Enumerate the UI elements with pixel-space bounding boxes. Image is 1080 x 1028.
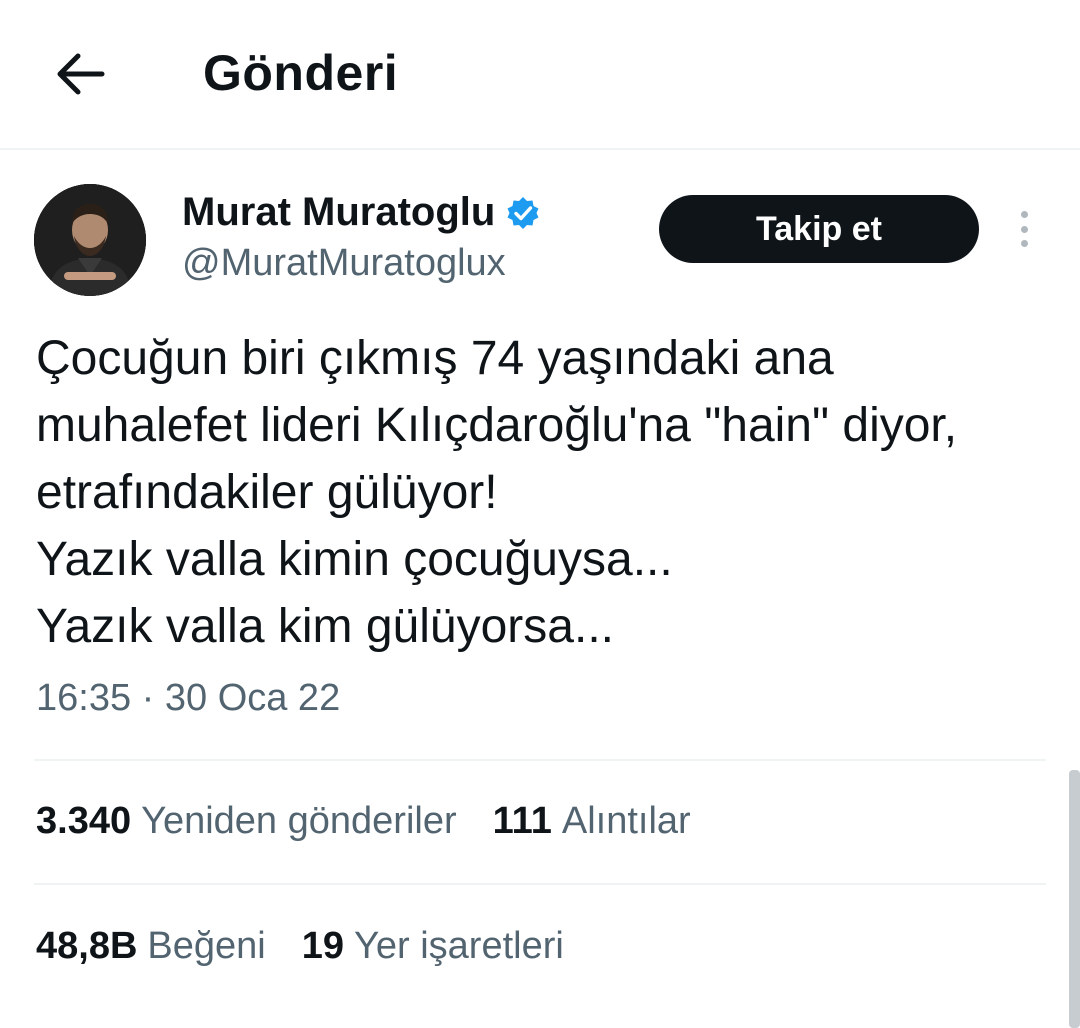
scrollbar[interactable]	[1069, 770, 1080, 1028]
verified-badge-icon	[507, 196, 539, 229]
quotes-label: Alıntılar	[561, 800, 691, 842]
tweet-text: Çocuğun biri çıkmış 74 yaşındaki ana muh…	[36, 325, 1066, 660]
avatar[interactable]	[34, 184, 146, 296]
bookmarks-label: Yer işaretleri	[354, 925, 564, 967]
profile-photo	[34, 184, 146, 296]
likes-label: Beğeni	[147, 925, 266, 967]
more-vertical-icon	[1020, 211, 1028, 218]
retweets-count: 3.340	[36, 800, 132, 842]
tweet-line: Çocuğun biri çıkmış 74 yaşındaki ana	[36, 332, 834, 385]
quotes-stat[interactable]: 111 Alıntılar	[493, 800, 691, 843]
tweet-line: Yazık valla kimin çocuğuysa...	[36, 533, 673, 586]
divider	[34, 883, 1046, 885]
retweets-stat[interactable]: 3.340 Yeniden gönderiler	[36, 800, 457, 843]
tweet-line: Yazık valla kim gülüyorsa...	[36, 600, 614, 653]
bookmarks-stat[interactable]: 19 Yer işaretleri	[302, 925, 564, 968]
author-name-row[interactable]: Murat Muratoglu	[182, 190, 541, 235]
tweet-line: etrafındakiler gülüyor!	[36, 466, 498, 519]
likes-count: 48,8B	[36, 925, 138, 967]
top-app-bar: Gönderi	[0, 0, 1080, 150]
author-display-name[interactable]: Murat Muratoglu	[182, 190, 495, 235]
quotes-count: 111	[492, 800, 552, 842]
back-button[interactable]	[44, 38, 116, 110]
stats-row-likes: 48,8B Beğeni 19 Yer işaretleri	[36, 925, 600, 968]
more-vertical-icon-dot	[1020, 240, 1028, 247]
tweet-timestamp[interactable]: 16:35 · 30 Oca 22	[36, 677, 340, 720]
more-vertical-icon-dot	[1020, 225, 1028, 233]
tweet-line: muhalefet lideri Kılıçdaroğlu'na "hain" …	[36, 399, 958, 452]
retweets-label: Yeniden gönderiler	[141, 800, 457, 842]
stats-row-reposts: 3.340 Yeniden gönderiler 111 Alıntılar	[36, 800, 727, 843]
more-options-button[interactable]	[1004, 205, 1044, 253]
bookmarks-count: 19	[301, 925, 345, 967]
arrow-left-icon	[57, 53, 105, 95]
divider	[34, 759, 1046, 761]
follow-button[interactable]: Takip et	[659, 195, 979, 263]
page-title: Gönderi	[203, 45, 399, 101]
author-handle[interactable]: @MuratMuratoglux	[182, 242, 506, 285]
likes-stat[interactable]: 48,8B Beğeni	[36, 925, 266, 968]
